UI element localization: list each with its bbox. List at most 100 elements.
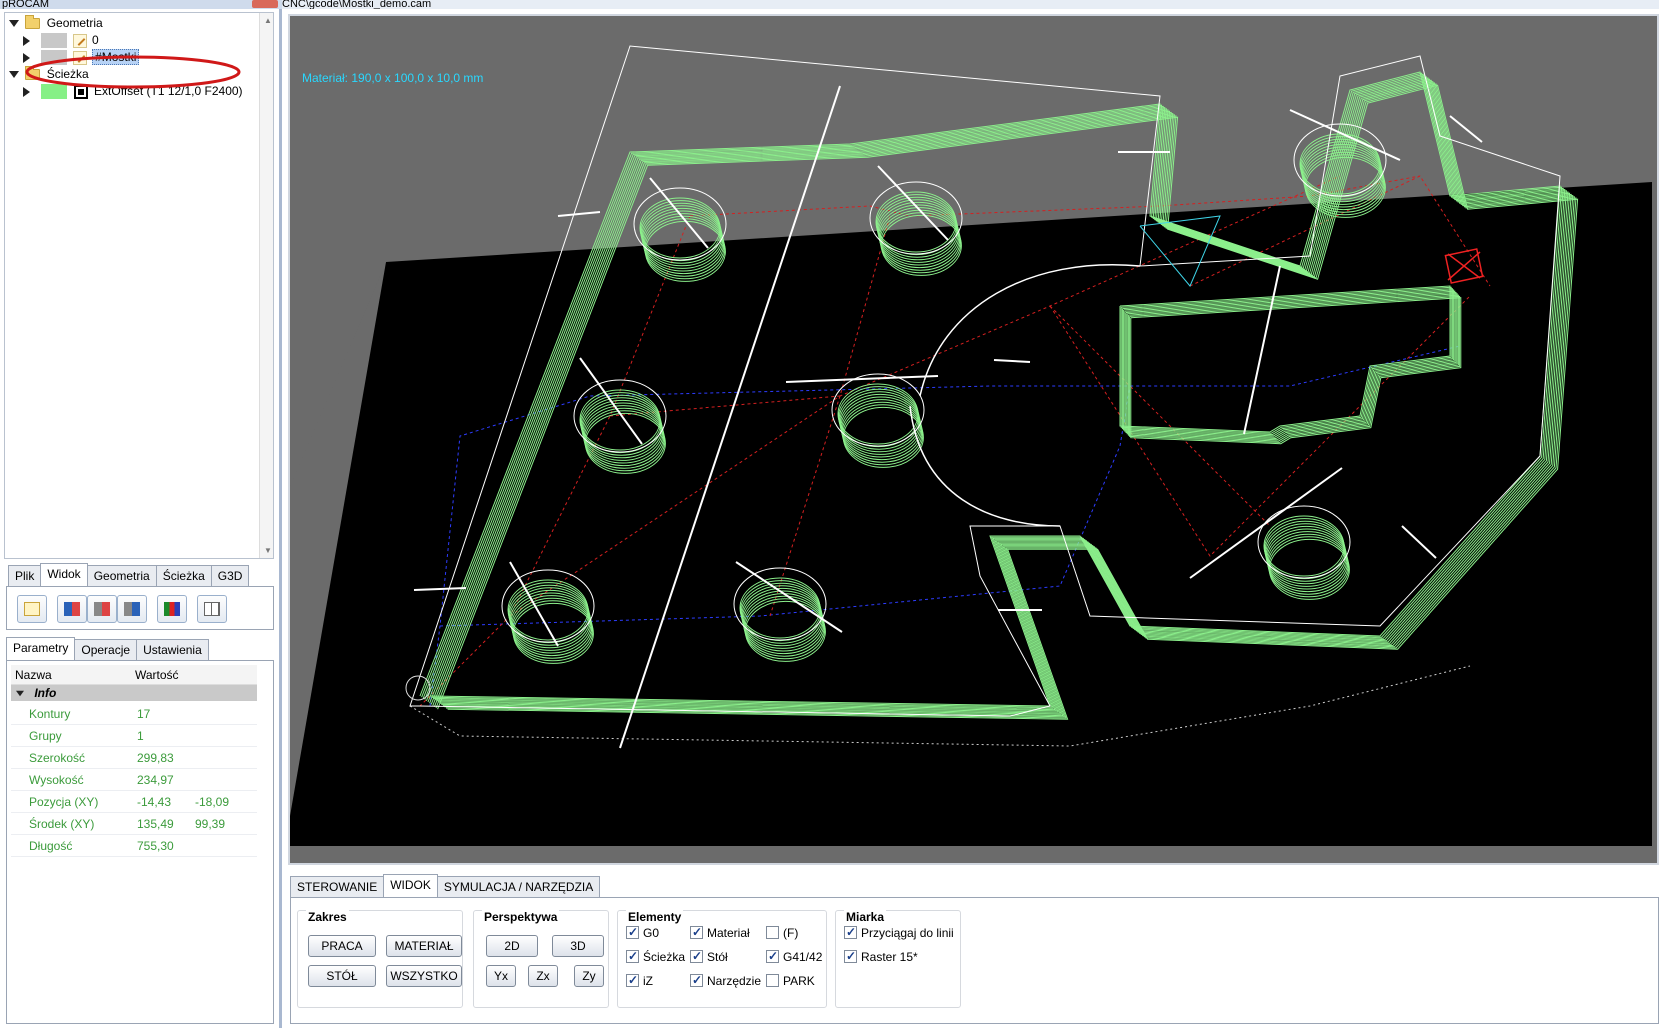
layers-icon [124, 602, 140, 616]
left-title-bar: pROCAM [0, 0, 282, 9]
material-button[interactable]: MATERIAŁ [386, 935, 462, 957]
layer-view-button-1[interactable] [57, 595, 87, 623]
narzedzie-checkbox[interactable]: Narzędzie [690, 972, 761, 989]
sciezka-checkbox[interactable]: Ścieżka [626, 948, 685, 965]
view-settings-panel: Zakres PRACA MATERIAŁ STÓŁ WSZYSTKO Pers… [290, 897, 1659, 1024]
material-label-chk: Materiał [707, 926, 750, 940]
wszystko-button[interactable]: WSZYSTKO [386, 965, 462, 987]
left-panel: pROCAM Geometria 0 #Mostki Ścieżka ExtOf… [0, 0, 282, 1028]
pencil-icon [24, 602, 40, 616]
property-value: 234,97 [137, 773, 174, 787]
3d-viewport[interactable]: Materiał: 190,0 x 100,0 x 10,0 mm [288, 14, 1659, 865]
property-row[interactable]: Długość 755,30 [11, 835, 257, 857]
tab-plik[interactable]: Plik [8, 565, 42, 586]
property-row[interactable]: Kontury 17 [11, 703, 257, 725]
tab-g3d[interactable]: G3D [210, 565, 250, 586]
g0-checkbox[interactable]: G0 [626, 924, 660, 941]
tab-symulacja[interactable]: SYMULACJA / NARZĘDZIA [436, 876, 601, 897]
checkbox-checked[interactable] [690, 948, 703, 964]
iz-checkbox[interactable]: iZ [626, 972, 653, 989]
property-row[interactable]: Grupy 1 [11, 725, 257, 747]
property-row[interactable]: Wysokość 234,97 [11, 769, 257, 791]
checkbox-checked[interactable] [844, 948, 857, 964]
layers-icon [94, 602, 110, 616]
checkbox-checked[interactable] [626, 924, 639, 940]
checkbox-checked[interactable] [690, 924, 703, 940]
right-title-bar: CNC\gcode\Mostki_demo.cam [282, 0, 1659, 9]
checkbox-checked[interactable] [844, 924, 857, 940]
property-name: Długość [29, 839, 73, 853]
checkbox-checked[interactable] [626, 972, 639, 988]
collapse-icon[interactable] [16, 691, 24, 697]
tab-sterowanie[interactable]: STEROWANIE [290, 876, 385, 897]
material-label: Materiał: 190,0 x 100,0 x 10,0 mm [302, 71, 484, 85]
stol-label: Stół [707, 950, 728, 964]
tab-parametry[interactable]: Parametry [6, 637, 76, 660]
miarka-group: Miarka Przyciągaj do linii Raster 15* [835, 910, 961, 1008]
left-title-text: pROCAM [2, 0, 50, 9]
zakres-title: Zakres [306, 910, 349, 924]
collapse-icon[interactable] [9, 71, 19, 79]
property-name: Szerokość [29, 751, 86, 765]
view-zx-button[interactable]: Zx [528, 965, 558, 987]
praca-button[interactable]: PRACA [308, 935, 376, 957]
material-checkbox[interactable]: Materiał [690, 924, 750, 941]
bottom-tabs: STEROWANIE WIDOK SYMULACJA / NARZĘDZIA [290, 874, 601, 898]
view-zy-button[interactable]: Zy [574, 965, 604, 987]
raster-checkbox[interactable]: Raster 15* [844, 948, 918, 965]
tab-operacje[interactable]: Operacje [74, 639, 138, 660]
checkbox-checked[interactable] [766, 948, 779, 964]
property-value: 17 [137, 707, 151, 721]
tree-scrollbar[interactable]: ▲ ▼ [259, 13, 273, 558]
layer-view-button-3[interactable] [117, 595, 147, 623]
przyciagaj-checkbox[interactable]: Przyciągaj do linii [844, 924, 954, 941]
grid-view-button[interactable] [197, 595, 227, 623]
tree-node-geometria[interactable]: Geometria [9, 15, 103, 32]
miarka-title: Miarka [844, 910, 887, 924]
f-checkbox[interactable]: (F) [766, 925, 798, 941]
collapse-icon[interactable] [9, 20, 19, 28]
checkbox-checked[interactable] [626, 948, 639, 964]
checkbox-checked[interactable] [690, 972, 703, 988]
scroll-down-icon[interactable]: ▼ [264, 546, 272, 555]
perspektywa-group: Perspektywa 2D 3D Yx Zx Zy [473, 910, 609, 1008]
g4142-checkbox[interactable]: G41/42 [766, 948, 822, 965]
property-row[interactable]: Środek (XY) 135,49 99,39 [11, 813, 257, 835]
layer-view-button-2[interactable] [87, 595, 117, 623]
view-3d-button[interactable]: 3D [552, 935, 604, 957]
toolpath-view[interactable] [290, 16, 1657, 863]
g0-label: G0 [643, 926, 660, 940]
view-yx-button[interactable]: Yx [486, 965, 516, 987]
tree-label-geometria: Geometria [46, 16, 103, 30]
property-row[interactable]: Pozycja (XY) -14,43 -18,09 [11, 791, 257, 813]
property-name: Kontury [29, 707, 71, 721]
elementy-group: Elementy G0 Materiał (F) Ścieżka Stół G4… [617, 910, 827, 1008]
info-section-header[interactable]: Info [11, 685, 257, 701]
properties-table: Nazwa Wartość Info Kontury 17 Grupy 1 Szerok… [6, 660, 274, 1024]
checkbox-unchecked[interactable] [766, 974, 779, 987]
folder-icon [25, 15, 41, 30]
stol-checkbox[interactable]: Stół [690, 948, 728, 965]
properties-header: Nazwa Wartość [11, 665, 257, 685]
tab-widok-bottom[interactable]: WIDOK [383, 874, 438, 897]
edit-button[interactable] [17, 595, 47, 623]
tab-widok[interactable]: Widok [40, 563, 88, 586]
stol-button[interactable]: STÓŁ [308, 965, 376, 987]
scroll-up-icon[interactable]: ▲ [264, 16, 272, 25]
property-name: Pozycja (XY) [29, 795, 99, 809]
elementy-title: Elementy [626, 910, 684, 924]
tab-sciezka[interactable]: Ścieżka [155, 565, 212, 586]
tab-ustawienia[interactable]: Ustawienia [136, 639, 209, 660]
view-2d-button[interactable]: 2D [486, 935, 538, 957]
checkbox-unchecked[interactable] [766, 926, 779, 939]
park-checkbox[interactable]: PARK [766, 973, 815, 989]
tab-geometria[interactable]: Geometria [86, 565, 157, 586]
property-row[interactable]: Szerokość 299,83 [11, 747, 257, 769]
app-window: pROCAM Geometria 0 #Mostki Ścieżka ExtOf… [0, 0, 1659, 1028]
grid-icon [204, 602, 220, 616]
property-value: 755,30 [137, 839, 174, 853]
close-button[interactable] [252, 0, 278, 8]
iz-label: iZ [643, 974, 653, 988]
object-tree[interactable]: Geometria 0 #Mostki Ścieżka ExtOffset (T… [4, 12, 274, 559]
color-view-button[interactable] [157, 595, 187, 623]
